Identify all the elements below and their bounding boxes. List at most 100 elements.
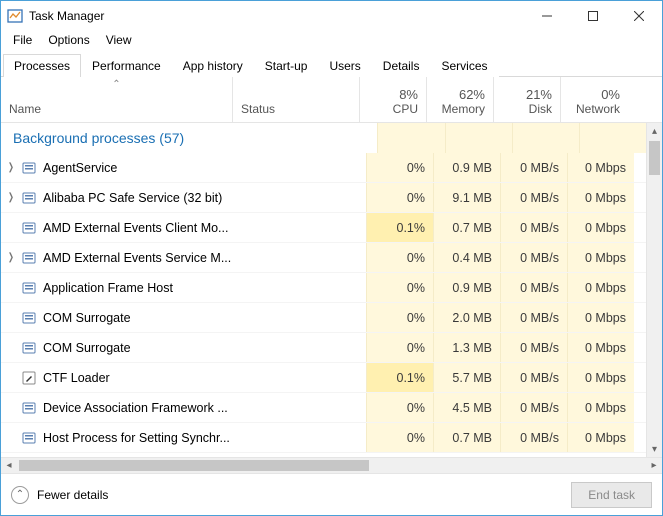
column-name[interactable]: ⌃ Name [1,77,233,122]
service-icon [21,160,37,176]
network-cell: 0 Mbps [567,303,634,332]
memory-cell: 0.9 MB [433,153,500,182]
scroll-down-icon[interactable]: ▾ [647,441,662,457]
table-row[interactable]: CTF Loader0.1%5.7 MB0 MB/s0 Mbps [1,363,646,393]
titlebar[interactable]: Task Manager [1,1,662,31]
disk-cell: 0 MB/s [500,393,567,422]
column-status-label: Status [241,102,351,116]
service-icon [21,340,37,356]
process-name: Alibaba PC Safe Service (32 bit) [43,191,239,205]
cpu-cell: 0% [366,153,433,182]
column-cpu[interactable]: 8% CPU [360,77,427,122]
cpu-cell: 0% [366,393,433,422]
column-network-label: Network [576,102,620,116]
network-usage-total: 0% [601,87,620,102]
service-icon [21,310,37,326]
memory-cell: 9.1 MB [433,183,500,212]
table-row[interactable]: Host Process for Setting Synchr...0%0.7 … [1,423,646,453]
group-background-processes[interactable]: Background processes (57) [1,123,646,153]
tab-processes[interactable]: Processes [3,54,81,77]
cpu-cell: 0% [366,243,433,272]
table-row[interactable]: Application Frame Host0%0.9 MB0 MB/s0 Mb… [1,273,646,303]
network-cell: 0 Mbps [567,153,634,182]
scroll-right-icon[interactable]: ▸ [646,458,662,473]
tab-startup[interactable]: Start-up [254,54,319,77]
scroll-thumb[interactable] [19,460,369,471]
menu-file[interactable]: File [5,31,40,49]
process-name: COM Surrogate [43,341,239,355]
pen-icon [21,370,37,386]
process-name: AgentService [43,161,239,175]
cpu-cell: 0.1% [366,213,433,242]
disk-cell: 0 MB/s [500,333,567,362]
network-cell: 0 Mbps [567,393,634,422]
cpu-cell: 0% [366,333,433,362]
close-button[interactable] [616,1,662,31]
table-row[interactable]: AMD External Events Client Mo... 0.1%0.7 … [1,213,646,243]
menu-view[interactable]: View [98,31,140,49]
horizontal-scrollbar[interactable]: ◂ ▸ [1,457,662,473]
cpu-cell: 0% [366,303,433,332]
fewer-details-label: Fewer details [37,488,108,502]
menubar: File Options View [1,31,662,51]
table-row[interactable]: Device Association Framework ...0%4.5 MB… [1,393,646,423]
scroll-thumb[interactable] [649,141,660,175]
column-memory[interactable]: 62% Memory [427,77,494,122]
maximize-button[interactable] [570,1,616,31]
cpu-cell: 0.1% [366,363,433,392]
fewer-details-button[interactable]: ⌃ Fewer details [11,486,108,504]
expand-icon[interactable]: ❯ [4,252,18,263]
service-icon [21,280,37,296]
vertical-scrollbar[interactable]: ▴ ▾ [646,123,662,457]
network-cell: 0 Mbps [567,183,634,212]
memory-cell: 2.0 MB [433,303,500,332]
table-row[interactable]: COM Surrogate0%1.3 MB0 MB/s0 Mbps [1,333,646,363]
end-task-button[interactable]: End task [571,482,652,508]
process-panel: ⌃ Name Status 8% CPU 62% Memory 21% Disk… [1,77,662,473]
minimize-button[interactable] [524,1,570,31]
table-row[interactable]: ❯Alibaba PC Safe Service (32 bit)0%9.1 M… [1,183,646,213]
tab-app-history[interactable]: App history [172,54,254,77]
cpu-cell: 0% [366,423,433,452]
disk-cell: 0 MB/s [500,153,567,182]
table-row[interactable]: COM Surrogate0%2.0 MB0 MB/s0 Mbps [1,303,646,333]
process-name: AMD External Events Client Mo... [43,221,239,235]
expand-icon[interactable]: ❯ [4,192,18,203]
column-disk[interactable]: 21% Disk [494,77,561,122]
column-name-label: Name [9,102,224,116]
network-cell: 0 Mbps [567,363,634,392]
footer: ⌃ Fewer details End task [1,473,662,515]
service-icon [21,190,37,206]
table-row[interactable]: ❯ AgentService 0%0.9 MB0 MB/s0 Mbps [1,153,646,183]
column-header-row: ⌃ Name Status 8% CPU 62% Memory 21% Disk… [1,77,662,123]
tab-services[interactable]: Services [430,54,498,77]
table-row[interactable]: ❯AMD External Events Service M...0%0.4 M… [1,243,646,273]
disk-cell: 0 MB/s [500,273,567,302]
network-cell: 0 Mbps [567,333,634,362]
disk-cell: 0 MB/s [500,183,567,212]
memory-cell: 0.7 MB [433,213,500,242]
process-list[interactable]: Background processes (57) ❯ AgentService 0… [1,123,646,457]
column-network[interactable]: 0% Network [561,77,628,122]
scroll-left-icon[interactable]: ◂ [1,458,17,473]
disk-cell: 0 MB/s [500,363,567,392]
expand-icon[interactable]: ❯ [4,162,18,173]
tab-users[interactable]: Users [318,54,371,77]
network-cell: 0 Mbps [567,423,634,452]
memory-cell: 4.5 MB [433,393,500,422]
disk-cell: 0 MB/s [500,243,567,272]
column-status[interactable]: Status [233,77,360,122]
chevron-up-icon: ⌃ [11,486,29,504]
scroll-up-icon[interactable]: ▴ [647,123,662,139]
process-name: CTF Loader [43,371,239,385]
memory-cell: 0.4 MB [433,243,500,272]
disk-cell: 0 MB/s [500,303,567,332]
menu-options[interactable]: Options [40,31,97,49]
network-cell: 0 Mbps [567,273,634,302]
column-cpu-label: CPU [393,102,418,116]
disk-cell: 0 MB/s [500,423,567,452]
tab-details[interactable]: Details [372,54,431,77]
column-disk-label: Disk [529,102,552,116]
task-manager-icon [7,8,23,24]
tab-performance[interactable]: Performance [81,54,172,77]
